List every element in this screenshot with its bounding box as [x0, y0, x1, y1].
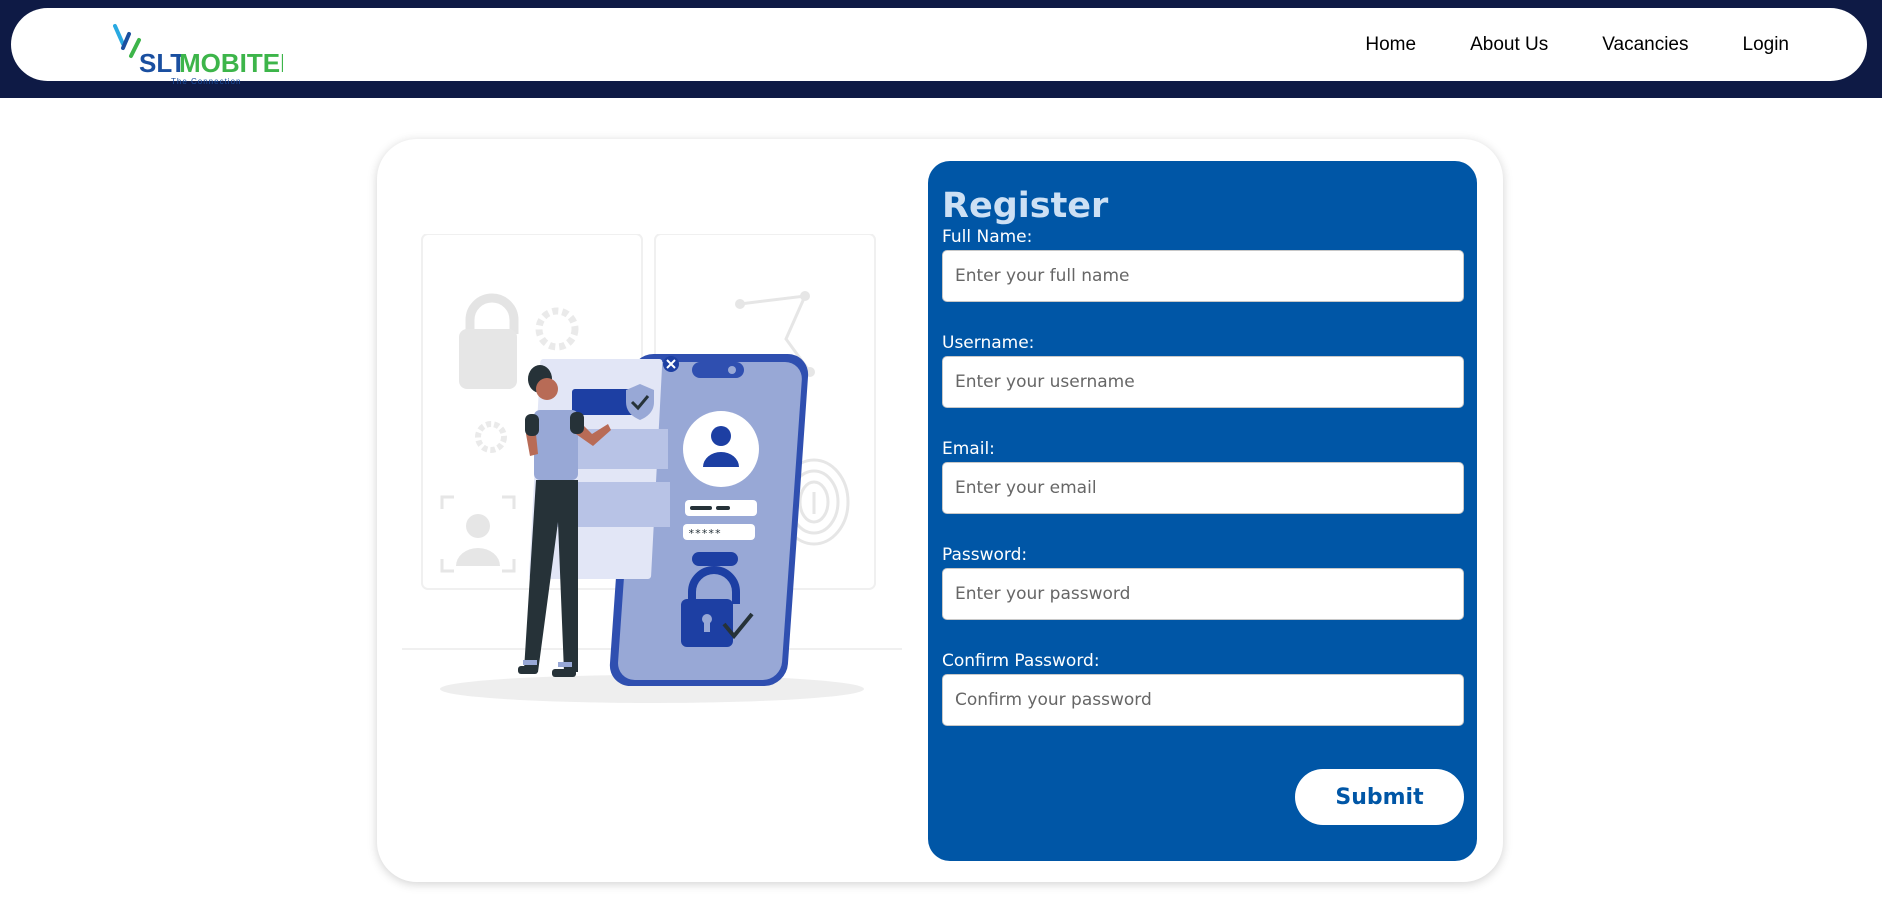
username-field-group: Username:	[942, 333, 1464, 408]
username-input[interactable]	[942, 356, 1464, 408]
logo-text-mobitel: MOBITEL	[179, 48, 283, 78]
nav-link-home[interactable]: Home	[1365, 34, 1416, 56]
nav-link-about-us[interactable]: About Us	[1470, 34, 1548, 56]
nav-link-login[interactable]: Login	[1743, 34, 1790, 56]
register-card: ***** Register Full Name: Enter your ful…	[377, 139, 1503, 882]
confirm-password-field-group: Confirm Password:	[942, 651, 1464, 726]
logo-tagline: The Connection	[171, 77, 241, 86]
register-form: Register Full Name: Username: Email: Pas…	[928, 161, 1477, 861]
full-name-input[interactable]	[942, 250, 1464, 302]
password-mask: *****	[688, 527, 721, 540]
nav-links: Home About Us Vacancies Login	[1311, 8, 1789, 81]
email-field-group: Email:	[942, 439, 1464, 514]
password-input[interactable]	[942, 568, 1464, 620]
navbar: SLT MOBITEL The Connection Home About Us…	[11, 8, 1867, 86]
password-field-group: Password:	[942, 545, 1464, 620]
full-name-label: Full Name:	[942, 227, 1033, 247]
nav-link-vacancies[interactable]: Vacancies	[1602, 34, 1688, 56]
submit-button[interactable]: Submit	[1295, 769, 1464, 825]
slt-mobitel-logo[interactable]: SLT MOBITEL The Connection	[113, 20, 296, 86]
logo-graphic: SLT MOBITEL The Connection	[113, 24, 296, 86]
email-input[interactable]	[942, 462, 1464, 514]
full-name-field-group: Full Name:	[942, 227, 1464, 302]
email-label: Email:	[942, 439, 995, 459]
confirm-password-label: Confirm Password:	[942, 651, 1100, 671]
username-label: Username:	[942, 333, 1035, 353]
form-title: Register	[942, 186, 1109, 226]
security-illustration: *****	[402, 233, 902, 754]
submit-wrap: Submit	[1295, 769, 1464, 825]
background-lock-icon	[459, 293, 519, 389]
confirm-password-input[interactable]	[942, 674, 1464, 726]
password-label: Password:	[942, 545, 1028, 565]
